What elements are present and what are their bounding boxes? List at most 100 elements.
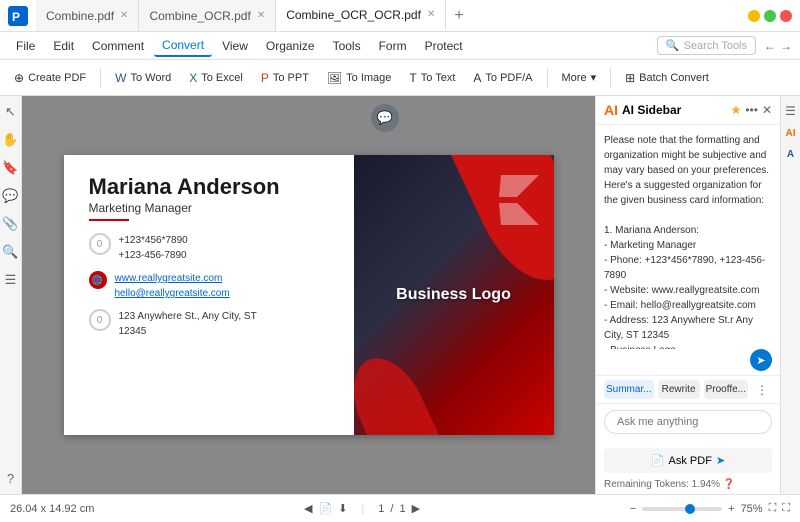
- to-excel-button[interactable]: X To Excel: [181, 67, 251, 89]
- more-button[interactable]: More ▾: [554, 67, 605, 88]
- menu-tools[interactable]: Tools: [325, 36, 369, 56]
- batch-icon: ⊞: [625, 71, 635, 85]
- phone1: +123*456*7890: [119, 233, 188, 248]
- menu-comment[interactable]: Comment: [84, 36, 152, 56]
- sidebar-hand-icon[interactable]: ✋: [3, 132, 19, 148]
- minimize-button[interactable]: [748, 10, 760, 22]
- ai-sidebar-header: AI AI Sidebar ★ ••• ✕: [596, 96, 780, 125]
- ai-response-text: Please note that the formatting and orga…: [604, 133, 772, 349]
- sidebar-search-icon[interactable]: 🔍: [3, 244, 19, 260]
- menu-bar: File Edit Comment Convert View Organize …: [0, 32, 800, 60]
- back-icon[interactable]: ←: [764, 39, 776, 53]
- person-name: Mariana Anderson: [89, 175, 334, 199]
- next-page-icon[interactable]: ▶: [412, 502, 420, 515]
- image-icon: 🖼: [327, 71, 342, 85]
- fit-page-icon[interactable]: ⛶: [769, 502, 777, 515]
- remaining-tokens: Remaining Tokens: 1.94% ❓: [596, 477, 780, 494]
- ai-sidebar: AI AI Sidebar ★ ••• ✕ Please note that t…: [595, 96, 780, 494]
- fullscreen-icon[interactable]: ⛶: [782, 502, 790, 515]
- business-logo-text: Business Logo: [396, 286, 511, 304]
- right-panel-ai-icon[interactable]: AI: [786, 128, 796, 139]
- page-navigation: ◀ 📄 ⬇ | 1 / 1 ▶: [102, 502, 621, 515]
- zoom-in-icon[interactable]: +: [728, 503, 734, 515]
- toolbar-divider-2: [547, 68, 548, 88]
- menu-convert[interactable]: Convert: [154, 35, 212, 57]
- current-page: 1: [378, 503, 384, 515]
- extract-icon[interactable]: ⬇: [338, 502, 347, 515]
- menu-view[interactable]: View: [214, 36, 256, 56]
- address-row: 0 123 Anywhere St., Any City, ST 12345: [89, 309, 334, 339]
- ai-ask-input[interactable]: [604, 410, 772, 434]
- phone2: +123-456-7890: [119, 248, 188, 263]
- create-pdf-button[interactable]: ⊕ Create PDF: [6, 67, 94, 89]
- menu-file[interactable]: File: [8, 36, 43, 56]
- ai-chat-bubble-icon[interactable]: 💬: [371, 104, 399, 132]
- ai-more-icon[interactable]: •••: [745, 103, 758, 117]
- menu-protect[interactable]: Protect: [417, 36, 471, 56]
- send-message-button[interactable]: ➤: [750, 349, 772, 371]
- person-title: Marketing Manager: [89, 201, 334, 215]
- web-row: 🌐 www.reallygreatsite.com hello@reallygr…: [89, 271, 334, 301]
- sidebar-layers-icon[interactable]: ☰: [3, 272, 19, 288]
- ask-pdf-button[interactable]: 📄 Ask PDF ➤: [604, 448, 772, 473]
- close-tab-icon[interactable]: ✕: [120, 10, 128, 21]
- to-image-button[interactable]: 🖼 To Image: [319, 67, 399, 89]
- zoom-out-icon[interactable]: −: [630, 503, 636, 515]
- zoom-level: 75%: [741, 503, 763, 515]
- tab-combine-ocr-pdf[interactable]: Combine_OCR.pdf ✕: [139, 0, 276, 31]
- add-tab-button[interactable]: +: [446, 0, 471, 31]
- ai-logo-icon: AI: [604, 102, 618, 118]
- ai-close-icon[interactable]: ✕: [762, 103, 772, 117]
- address: 123 Anywhere St., Any City, ST: [119, 309, 257, 324]
- menu-organize[interactable]: Organize: [258, 36, 323, 56]
- sidebar-comment-icon[interactable]: 💬: [3, 188, 19, 204]
- summarize-button[interactable]: Summar...: [604, 380, 654, 399]
- window-controls: [748, 10, 792, 22]
- ppt-icon: P: [261, 71, 269, 85]
- to-ppt-button[interactable]: P To PPT: [253, 67, 317, 89]
- ask-pdf-icon: 📄: [651, 454, 665, 467]
- right-panel-icon-1[interactable]: ☰: [785, 104, 796, 118]
- close-button[interactable]: [780, 10, 792, 22]
- title-bar: P Combine.pdf ✕ Combine_OCR.pdf ✕ Combin…: [0, 0, 800, 32]
- zip: 12345: [119, 324, 257, 339]
- proofread-button[interactable]: Prooffe...: [704, 380, 748, 399]
- help-icon[interactable]: ❓: [723, 479, 735, 490]
- tab-combine-pdf[interactable]: Combine.pdf ✕: [36, 0, 139, 31]
- search-icon: 🔍: [666, 39, 680, 52]
- pdfa-icon: A: [473, 71, 481, 85]
- menu-edit[interactable]: Edit: [45, 36, 82, 56]
- doc-size: 26.04 x 14.92 cm: [10, 503, 94, 515]
- ai-star-icon[interactable]: ★: [731, 103, 742, 117]
- menu-form[interactable]: Form: [371, 36, 415, 56]
- total-pages: 1: [399, 503, 405, 515]
- batch-convert-button[interactable]: ⊞ Batch Convert: [617, 67, 717, 89]
- document-page: Mariana Anderson Marketing Manager 0 +12…: [64, 155, 554, 435]
- tab-combine-ocr-ocr-pdf[interactable]: Combine_OCR_OCR.pdf ✕: [276, 0, 446, 31]
- search-tools-input[interactable]: 🔍 Search Tools: [657, 36, 756, 55]
- to-pdfa-button[interactable]: A To PDF/A: [465, 67, 540, 89]
- sidebar-help-icon[interactable]: ?: [3, 470, 19, 486]
- website: www.reallygreatsite.com: [115, 271, 230, 286]
- to-word-button[interactable]: W To Word: [107, 67, 179, 89]
- close-tab-icon[interactable]: ✕: [427, 9, 435, 20]
- forward-icon[interactable]: →: [780, 39, 792, 53]
- phone-info: +123*456*7890 +123-456-7890: [119, 233, 188, 263]
- prev-page-icon[interactable]: ◀: [304, 502, 312, 515]
- ai-content-area: Please note that the formatting and orga…: [596, 125, 780, 349]
- excel-icon: X: [189, 71, 197, 85]
- toolbar-divider: [100, 68, 101, 88]
- zoom-slider[interactable]: [642, 507, 722, 511]
- close-tab-icon[interactable]: ✕: [257, 10, 265, 21]
- svg-text:P: P: [12, 10, 20, 24]
- right-panel-word-icon[interactable]: A: [787, 149, 794, 160]
- sidebar-bookmark-icon[interactable]: 🔖: [3, 160, 19, 176]
- more-actions-icon[interactable]: ⋮: [752, 383, 772, 397]
- to-text-button[interactable]: T To Text: [401, 67, 463, 89]
- rewrite-button[interactable]: Rewrite: [658, 380, 700, 399]
- ai-action-buttons: Summar... Rewrite Prooffe... ⋮: [596, 375, 780, 403]
- maximize-button[interactable]: [764, 10, 776, 22]
- sidebar-cursor-icon[interactable]: ↖: [3, 104, 19, 120]
- sidebar-attachment-icon[interactable]: 📎: [3, 216, 19, 232]
- page-icon: 📄: [318, 502, 332, 515]
